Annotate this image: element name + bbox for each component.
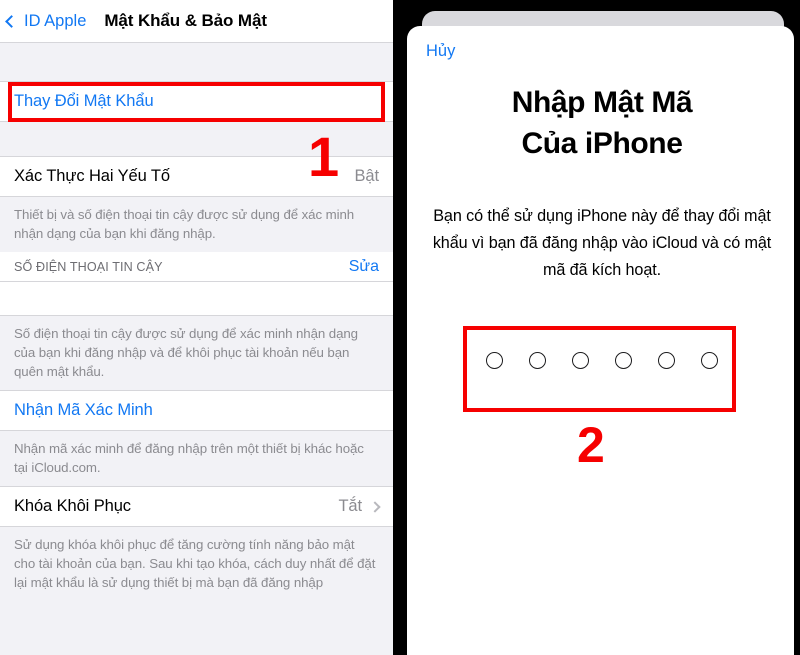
two-factor-value: Bật — [354, 167, 380, 185]
get-verification-code-label: Nhận Mã Xác Minh — [14, 401, 153, 419]
verification-code-footnote: Nhận mã xác minh để đăng nhập trên một t… — [0, 431, 393, 486]
passcode-dot[interactable] — [572, 352, 589, 369]
recovery-key-value: Tắt — [338, 497, 362, 515]
sheet-title-line-1: Nhập Mật Mã — [511, 86, 693, 119]
passcode-dot[interactable] — [486, 352, 503, 369]
screenshot-root: ID Apple Mật Khẩu & Bảo Mật Thay Đổi Mật… — [0, 0, 800, 655]
chevron-left-icon — [5, 14, 18, 28]
edit-trusted-phone-button[interactable]: Sửa — [349, 258, 379, 276]
passcode-dot[interactable] — [701, 352, 718, 369]
change-password-label: Thay Đổi Mật Khẩu — [14, 92, 154, 110]
passcode-dot[interactable] — [529, 352, 546, 369]
recovery-key-footnote: Sử dụng khóa khôi phục để tăng cường tín… — [0, 527, 393, 601]
trusted-phone-header-label: SỐ ĐIỆN THOẠI TIN CẬY — [14, 259, 163, 274]
two-factor-label: Xác Thực Hai Yếu Tố — [14, 167, 170, 185]
annotation-number-2: 2 — [577, 417, 605, 473]
passcode-input[interactable] — [404, 352, 800, 369]
trusted-phone-empty-list — [0, 282, 393, 316]
trusted-phone-section-header: SỐ ĐIỆN THOẠI TIN CẬY Sửa — [0, 252, 393, 282]
row-change-password[interactable]: Thay Đổi Mật Khẩu — [0, 81, 393, 122]
trusted-phone-footnote: Số điện thoại tin cậy được sử dụng để xá… — [0, 316, 393, 390]
settings-panel: ID Apple Mật Khẩu & Bảo Mật Thay Đổi Mật… — [0, 0, 393, 655]
passcode-dot[interactable] — [658, 352, 675, 369]
page-title: Mật Khẩu & Bảo Mật — [104, 11, 267, 30]
row-get-verification-code[interactable]: Nhận Mã Xác Minh — [0, 390, 393, 431]
passcode-sheet-panel: Hủy Nhập Mật Mã Của iPhone Bạn có thể sử… — [404, 0, 800, 655]
chevron-right-icon — [369, 500, 381, 513]
sheet-description: Bạn có thể sử dụng iPhone này để thay đổ… — [432, 207, 772, 279]
recovery-key-label: Khóa Khôi Phục — [14, 497, 131, 515]
passcode-dot[interactable] — [615, 352, 632, 369]
back-button-label: ID Apple — [24, 11, 87, 30]
back-button-apple-id[interactable]: ID Apple — [5, 11, 87, 31]
sheet-title-line-2: Của iPhone — [521, 127, 683, 160]
annotation-number-1: 1 — [308, 125, 340, 188]
sheet-title: Nhập Mật Mã Của iPhone — [404, 82, 800, 164]
row-recovery-key[interactable]: Khóa Khôi Phục Tắt — [0, 486, 393, 527]
navigation-bar: ID Apple Mật Khẩu & Bảo Mật — [0, 0, 393, 43]
spacer-top — [0, 43, 393, 81]
two-factor-footnote: Thiết bị và số điện thoại tin cậy được s… — [0, 197, 393, 252]
cancel-button[interactable]: Hủy — [426, 42, 455, 61]
